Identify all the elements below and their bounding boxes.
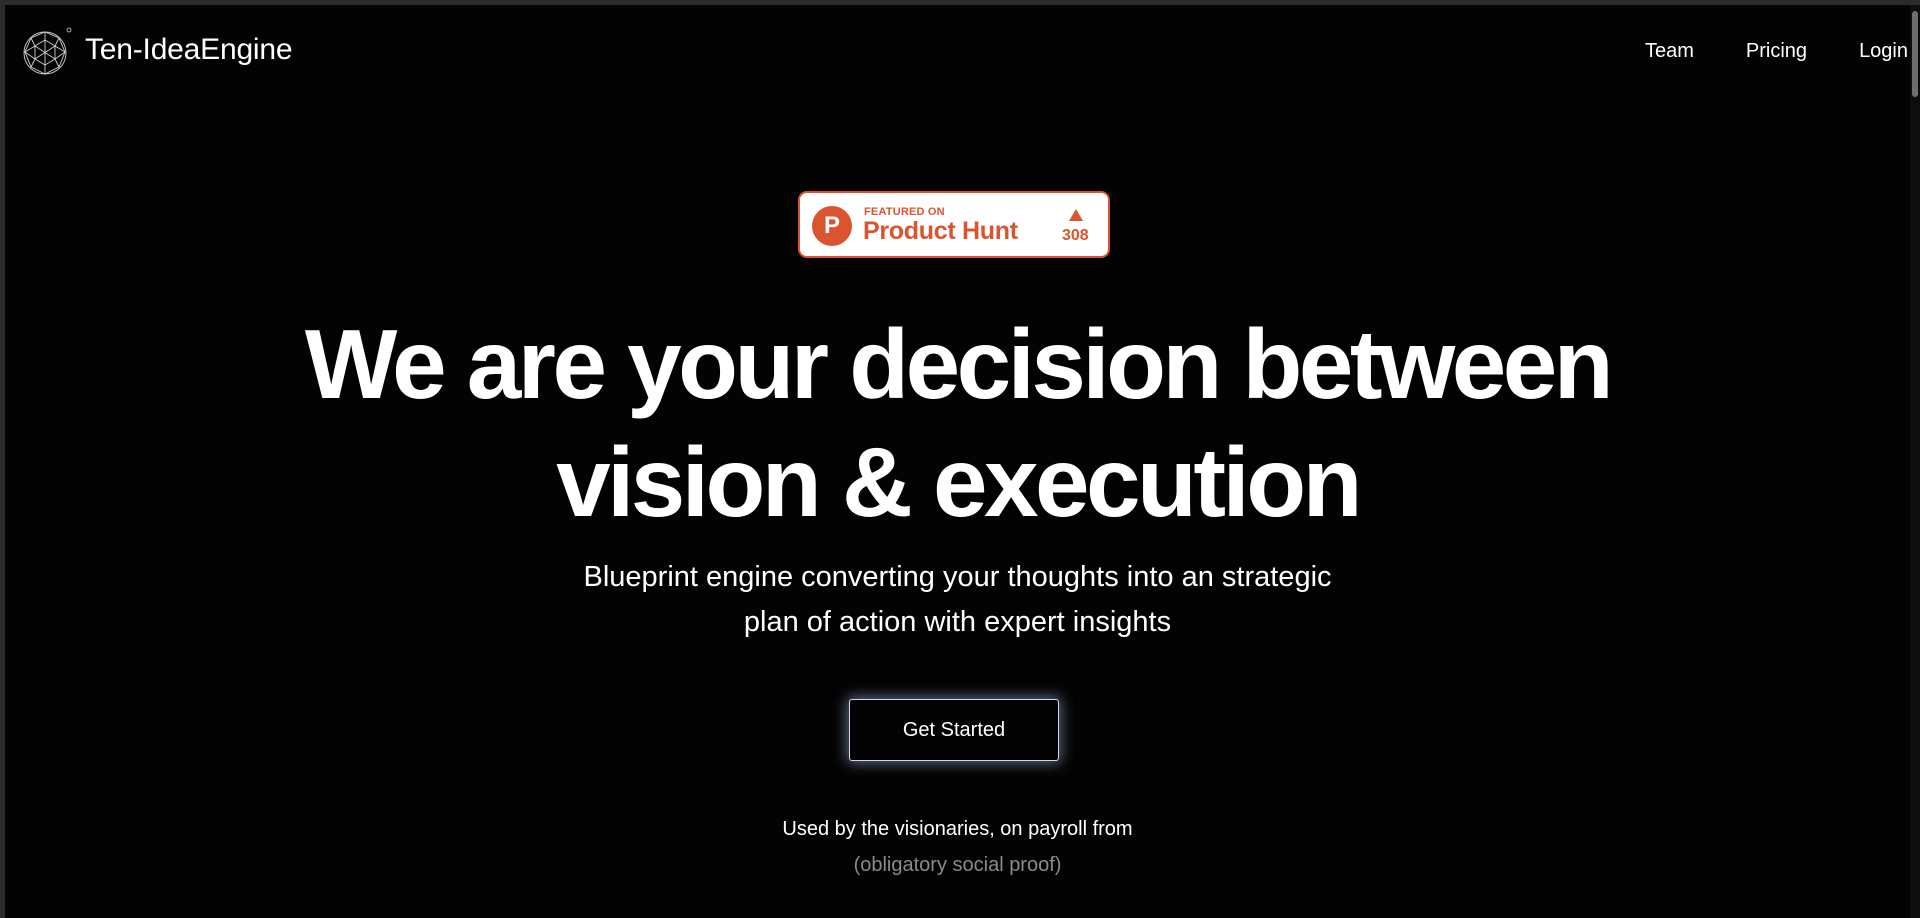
get-started-button[interactable]: Get Started — [849, 699, 1059, 761]
upvote-arrow-icon — [1069, 209, 1083, 221]
hero-title: We are your decision between vision & ex… — [5, 305, 1910, 541]
product-hunt-logo-icon: P — [812, 206, 852, 246]
hero-subtitle: Blueprint engine converting your thought… — [5, 555, 1910, 645]
nav-login-link[interactable]: Login — [1859, 40, 1908, 63]
product-hunt-badge[interactable]: P FEATURED ON Product Hunt 308 — [798, 191, 1110, 258]
social-proof-text: Used by the visionaries, on payroll from — [782, 818, 1133, 840]
hero-subtitle-line-1: Blueprint engine converting your thought… — [583, 561, 1332, 593]
scrollbar-thumb[interactable] — [1912, 11, 1918, 97]
brand-name[interactable]: Ten-IdeaEngine — [85, 33, 293, 67]
site-header: Ten-IdeaEngine Team Pricing Login — [5, 5, 1910, 95]
hero-subtitle-line-2: plan of action with expert insights — [743, 606, 1172, 638]
badge-product-hunt-name: Product Hunt — [863, 217, 1018, 245]
geodesic-sphere-icon[interactable] — [21, 26, 73, 78]
hero-title-line-2: vision & execution — [556, 427, 1362, 537]
hero-title-line-1: We are your decision between — [304, 309, 1614, 419]
nav-team-link[interactable]: Team — [1645, 40, 1694, 63]
vertical-scrollbar[interactable] — [1910, 5, 1920, 918]
main-nav: Team Pricing Login — [1593, 40, 1908, 63]
badge-upvote-count: 308 — [1062, 227, 1089, 244]
social-proof-note: (obligatory social proof) — [853, 854, 1062, 876]
nav-pricing-link[interactable]: Pricing — [1746, 40, 1807, 63]
page: Ten-IdeaEngine Team Pricing Login P FEAT… — [5, 5, 1910, 918]
